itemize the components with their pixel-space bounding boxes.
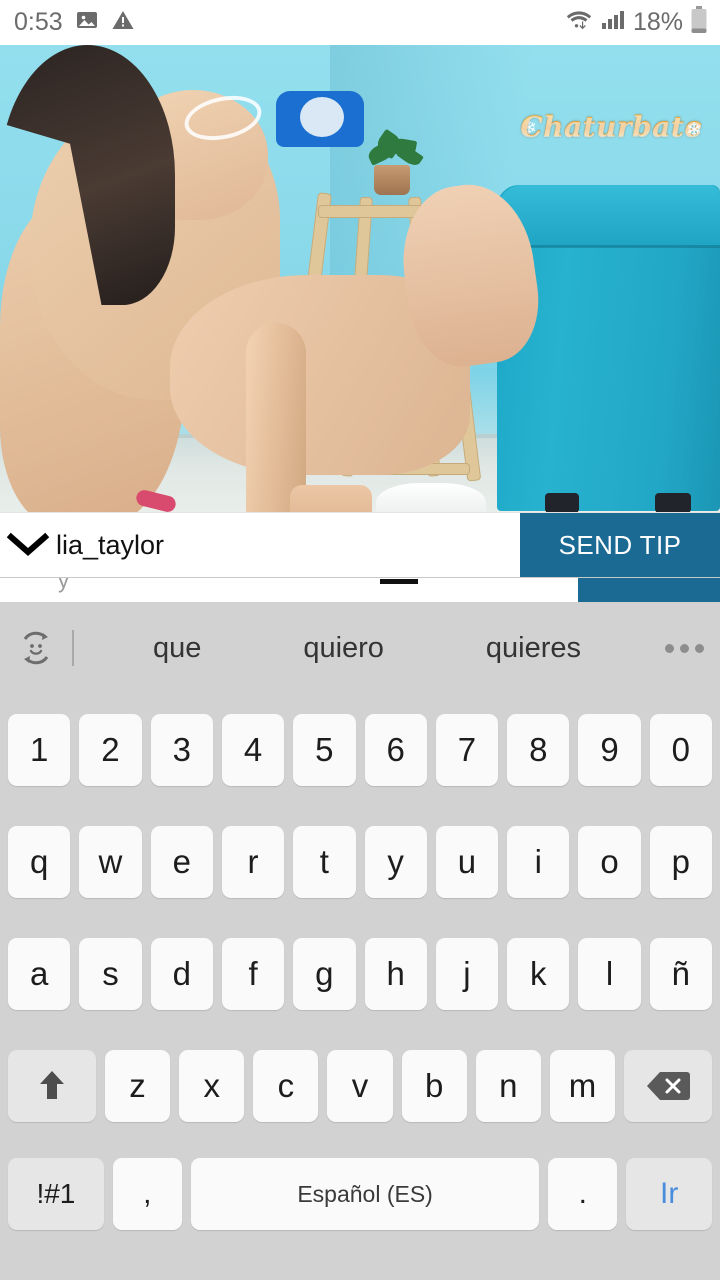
scene-sofa-leg-right [655, 493, 691, 512]
battery-percent-label: 18% [632, 8, 683, 36]
performer-username[interactable]: lia_taylor [56, 530, 164, 561]
key-y[interactable]: y [364, 826, 427, 898]
emoji-sticker-toggle-icon[interactable] [0, 625, 72, 671]
scene-cloth [376, 483, 486, 512]
image-icon [75, 8, 99, 37]
suggestion-word[interactable]: que [153, 632, 201, 665]
status-bar-left: 0:53 [14, 8, 135, 37]
send-button-partial[interactable] [578, 578, 720, 602]
chat-input-text[interactable]: y [58, 578, 69, 594]
suggestion-word[interactable]: quiero [303, 632, 384, 665]
key-z[interactable]: z [104, 1050, 171, 1122]
key-2[interactable]: 2 [79, 714, 142, 786]
key-t[interactable]: t [293, 826, 356, 898]
key-period[interactable]: . [548, 1158, 618, 1230]
key-7[interactable]: 7 [435, 714, 499, 786]
keyboard-row-function: !#1 , Español (ES) . Ir [0, 1142, 720, 1246]
key-g[interactable]: g [293, 938, 356, 1010]
scene-sofa-seam [512, 245, 720, 248]
key-comma[interactable]: , [112, 1158, 182, 1230]
video-stream[interactable]: ❄ Chaturbate ❄ [0, 45, 720, 512]
enter-key[interactable]: Ir [626, 1158, 712, 1230]
symbols-key[interactable]: !#1 [8, 1158, 104, 1230]
key-q[interactable]: q [8, 826, 71, 898]
wifi-icon [565, 8, 593, 37]
key-u[interactable]: u [435, 826, 499, 898]
key-5[interactable]: 5 [293, 714, 356, 786]
snowflake-icon: ❄ [686, 120, 702, 141]
key-e[interactable]: e [150, 826, 213, 898]
key-s[interactable]: s [79, 938, 142, 1010]
key-n[interactable]: n [475, 1050, 541, 1122]
scene-wall-decor-inner [300, 97, 344, 137]
warning-icon [111, 8, 135, 37]
key-o[interactable]: o [578, 826, 641, 898]
chaturbate-watermark: ❄ Chaturbate ❄ [519, 103, 704, 149]
keyboard-row-top: q w e r t y u i o p [0, 806, 720, 918]
key-d[interactable]: d [150, 938, 213, 1010]
key-x[interactable]: x [179, 1050, 245, 1122]
chat-input-row-partial[interactable]: y [0, 577, 720, 602]
key-v[interactable]: v [327, 1050, 393, 1122]
key-c[interactable]: c [253, 1050, 319, 1122]
status-bar: 0:53 18% [0, 0, 720, 45]
suggestion-bar: que quiero quieres [0, 602, 720, 694]
key-9[interactable]: 9 [578, 714, 641, 786]
key-4[interactable]: 4 [221, 714, 285, 786]
status-bar-right: 18% [565, 6, 708, 39]
scene-plant-pot [374, 165, 410, 195]
key-b[interactable]: b [401, 1050, 467, 1122]
more-options-icon[interactable] [648, 643, 720, 653]
suggestion-words: que quiero quieres [74, 632, 648, 665]
key-i[interactable]: i [507, 826, 570, 898]
key-p[interactable]: p [649, 826, 712, 898]
key-k[interactable]: k [507, 938, 570, 1010]
performer-bar: lia_taylor SEND TIP [0, 512, 720, 578]
phone-screen: 0:53 18% Chaturbate ❄ lia_taylor SEND TI… [0, 0, 720, 1280]
key-a[interactable]: a [8, 938, 71, 1010]
scene-sofa-arm [497, 185, 720, 247]
key-8[interactable]: 8 [507, 714, 570, 786]
scene-prop-object-base [290, 485, 372, 512]
chevron-down-icon[interactable] [0, 532, 56, 558]
suggestion-word[interactable]: quieres [486, 632, 581, 665]
key-w[interactable]: w [79, 826, 142, 898]
chat-input-caret-mark [380, 579, 418, 584]
key-h[interactable]: h [364, 938, 427, 1010]
battery-icon [690, 6, 708, 39]
key-1[interactable]: 1 [8, 714, 71, 786]
key-m[interactable]: m [549, 1050, 616, 1122]
on-screen-keyboard: que quiero quieres 1 2 3 4 5 6 7 8 9 0 q… [0, 602, 720, 1280]
key-l[interactable]: l [578, 938, 641, 1010]
backspace-icon[interactable] [624, 1050, 712, 1122]
watermark-text: Chaturbate [520, 109, 703, 143]
shift-icon[interactable] [8, 1050, 96, 1122]
keyboard-row-numbers: 1 2 3 4 5 6 7 8 9 0 [0, 694, 720, 806]
scene-prop-object [246, 323, 306, 512]
keyboard-row-home: a s d f g h j k l ñ [0, 918, 720, 1030]
key-enye[interactable]: ñ [649, 938, 712, 1010]
key-6[interactable]: 6 [364, 714, 427, 786]
status-clock: 0:53 [14, 8, 63, 36]
send-tip-button[interactable]: SEND TIP [520, 513, 720, 578]
key-j[interactable]: j [435, 938, 499, 1010]
signal-icon [600, 8, 626, 37]
scene-sofa-leg-left [545, 493, 579, 512]
key-3[interactable]: 3 [150, 714, 213, 786]
key-f[interactable]: f [221, 938, 285, 1010]
space-key[interactable]: Español (ES) [190, 1158, 540, 1230]
key-0[interactable]: 0 [649, 714, 712, 786]
key-r[interactable]: r [221, 826, 285, 898]
keyboard-row-bottom-letters: z x c v b n m [0, 1030, 720, 1142]
